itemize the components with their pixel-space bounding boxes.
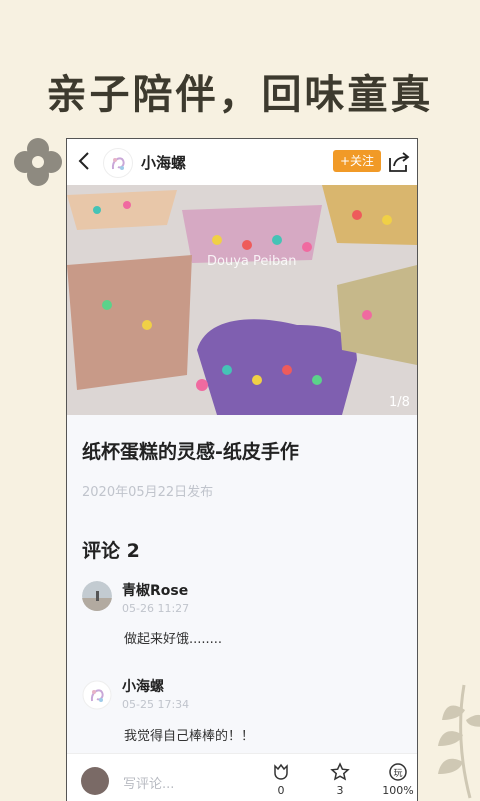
my-avatar	[81, 767, 109, 795]
comment-time: 05-26 11:27	[122, 602, 190, 615]
author-name[interactable]: 小海螺	[141, 152, 186, 173]
star-count: 3	[336, 784, 344, 797]
bottom-bar: 写评论... 0 3 玩 100%	[67, 753, 417, 801]
author-avatar[interactable]	[103, 148, 133, 178]
svg-text:玩: 玩	[393, 768, 402, 779]
avatar[interactable]	[82, 581, 112, 611]
star-icon	[330, 762, 350, 781]
image-watermark: Douya Peiban	[207, 254, 296, 269]
play-badge-icon: 玩	[389, 763, 407, 781]
follow-button[interactable]: +关注	[333, 150, 381, 172]
phone-screen: 小海螺 +关注 Douya Peiban 1/8 纸杯蛋糕的灵感-纸皮手作 20…	[66, 138, 418, 801]
comment-text: 我觉得自己棒棒的！！	[124, 729, 255, 744]
tulip-icon	[274, 763, 288, 780]
comment-author-name[interactable]: 小海螺	[122, 676, 164, 696]
post-date: 2020年05月22日发布	[82, 485, 214, 500]
comment-input[interactable]: 写评论...	[123, 773, 174, 792]
comment-time: 05-25 17:34	[122, 698, 190, 711]
back-arrow-icon[interactable]	[75, 148, 95, 174]
comment-author-name[interactable]: 青椒Rose	[122, 580, 188, 600]
like-button[interactable]: 0	[263, 762, 299, 797]
post-image[interactable]: Douya Peiban	[67, 185, 417, 415]
share-icon[interactable]	[387, 150, 411, 174]
comment-text: 做起来好饿........	[124, 632, 223, 647]
top-bar: 小海螺 +关注	[67, 139, 417, 185]
post-title: 纸杯蛋糕的灵感-纸皮手作	[82, 441, 299, 463]
promo-banner-title: 亲子陪伴，回味童真	[46, 72, 434, 118]
image-counter: 1/8	[389, 395, 410, 410]
comments-heading: 评论 2	[82, 540, 140, 562]
leaf-decoration-icon	[438, 684, 480, 799]
avatar[interactable]	[82, 680, 112, 710]
play-button[interactable]: 玩 100%	[380, 762, 416, 797]
play-count: 100%	[382, 784, 414, 797]
like-count: 0	[277, 784, 285, 797]
favorite-button[interactable]: 3	[322, 762, 358, 797]
flower-decoration-icon	[14, 138, 62, 186]
